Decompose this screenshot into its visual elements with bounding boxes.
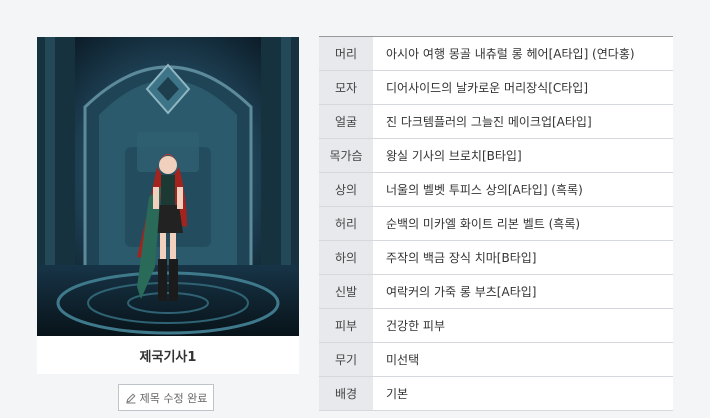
equipment-item-name: 순백의 미카엘 화이트 리본 벨트 (흑록): [373, 207, 673, 240]
equipment-slot-label: 피부: [319, 309, 373, 342]
equipment-slot-label: 허리: [319, 207, 373, 240]
equipment-item-name: 아시아 여행 몽골 내츄럴 롱 헤어[A타입] (연다홍): [373, 37, 673, 70]
equipment-slot-label: 무기: [319, 343, 373, 376]
equipment-row: 무기 미선택: [319, 343, 673, 377]
edit-title-done-label: 제목 수정 완료: [139, 391, 208, 405]
equipment-row: 허리 순백의 미카엘 화이트 리본 벨트 (흑록): [319, 207, 673, 241]
equipment-item-name: 건강한 피부: [373, 309, 673, 342]
equipment-row: 피부 건강한 피부: [319, 309, 673, 343]
character-name: 제국기사1: [37, 336, 299, 374]
equipment-row: 하의 주작의 백금 장식 치마[B타입]: [319, 241, 673, 275]
equipment-slot-label: 상의: [319, 173, 373, 206]
equipment-item-name: 여락커의 가죽 롱 부츠[A타입]: [373, 275, 673, 308]
equipment-slot-label: 하의: [319, 241, 373, 274]
character-preview-image: [37, 37, 299, 336]
equipment-item-name: 주작의 백금 장식 치마[B타입]: [373, 241, 673, 274]
equipment-item-name: 진 다크템플러의 그늘진 메이크업[A타입]: [373, 105, 673, 138]
equipment-item-name: 미선택: [373, 343, 673, 376]
edit-title-done-button[interactable]: 제목 수정 완료: [118, 384, 214, 411]
equipment-item-name: 기본: [373, 377, 673, 410]
character-card: 제국기사1: [37, 37, 299, 374]
pencil-icon: [125, 392, 136, 403]
equipment-table: 머리 아시아 여행 몽골 내츄럴 롱 헤어[A타입] (연다홍) 모자 디어사이드의 …: [319, 36, 673, 411]
equipment-slot-label: 얼굴: [319, 105, 373, 138]
equipment-item-name: 왕실 기사의 브로치[B타입]: [373, 139, 673, 172]
equipment-slot-label: 배경: [319, 377, 373, 410]
equipment-row: 머리 아시아 여행 몽골 내츄럴 롱 헤어[A타입] (연다홍): [319, 37, 673, 71]
equipment-row: 모자 디어사이드의 날카로운 머리장식[C타입]: [319, 71, 673, 105]
equipment-row: 배경 기본: [319, 377, 673, 411]
equipment-item-name: 너울의 벨벳 투피스 상의[A타입] (흑록): [373, 173, 673, 206]
equipment-row: 상의 너울의 벨벳 투피스 상의[A타입] (흑록): [319, 173, 673, 207]
equipment-row: 신발 여락커의 가죽 롱 부츠[A타입]: [319, 275, 673, 309]
equipment-item-name: 디어사이드의 날카로운 머리장식[C타입]: [373, 71, 673, 104]
equipment-slot-label: 머리: [319, 37, 373, 70]
equipment-row: 목가슴 왕실 기사의 브로치[B타입]: [319, 139, 673, 173]
avatar-illustration: [37, 37, 299, 336]
equipment-slot-label: 모자: [319, 71, 373, 104]
equipment-slot-label: 신발: [319, 275, 373, 308]
equipment-slot-label: 목가슴: [319, 139, 373, 172]
equipment-row: 얼굴 진 다크템플러의 그늘진 메이크업[A타입]: [319, 105, 673, 139]
